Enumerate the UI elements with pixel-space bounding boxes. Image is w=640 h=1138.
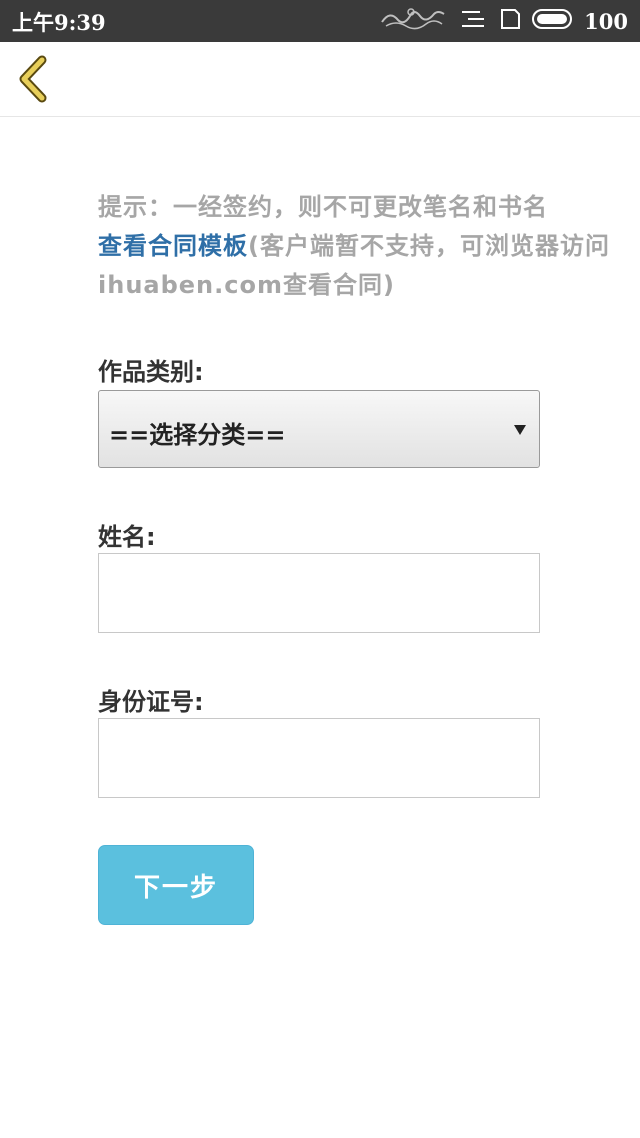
back-button[interactable]: [14, 54, 54, 104]
app-header: [0, 42, 640, 117]
dropdown-arrow-icon: [513, 421, 527, 440]
signal-icon: [458, 7, 488, 35]
sim-icon: [498, 7, 522, 35]
category-selected-value: ==选择分类==: [109, 421, 286, 449]
status-icons: 100: [378, 0, 628, 42]
status-time: 上午9:39: [12, 10, 106, 35]
name-label: 姓名:: [98, 523, 156, 551]
battery-icon: [532, 7, 574, 35]
category-label: 作品类别:: [98, 358, 204, 386]
status-bar: 上午9:39 100: [0, 0, 640, 42]
id-number-input[interactable]: [98, 718, 540, 798]
next-step-button[interactable]: 下一步: [98, 845, 254, 925]
notice-text: 提示：一经签约，则不可更改笔名和书名: [98, 193, 548, 221]
notification-icon: [378, 4, 448, 38]
id-number-label: 身份证号:: [98, 688, 204, 716]
chevron-left-icon: [19, 55, 47, 103]
battery-level: 100: [584, 8, 628, 34]
name-input[interactable]: [98, 553, 540, 633]
contract-notice: 提示：一经签约，则不可更改笔名和书名 查看合同模板(客户端暂不支持，可浏览器访问…: [98, 188, 618, 305]
view-contract-template-link[interactable]: 查看合同模板: [98, 232, 248, 260]
category-select[interactable]: ==选择分类==: [98, 390, 540, 468]
